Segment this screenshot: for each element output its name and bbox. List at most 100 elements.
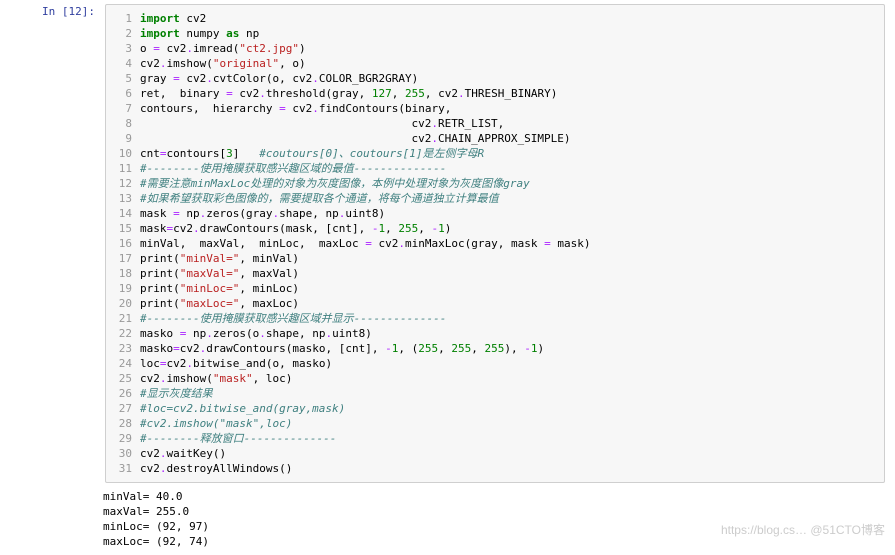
line-number: 18 <box>110 266 140 281</box>
code-line[interactable]: 11#--------使用掩膜获取感兴趣区域的最值-------------- <box>110 161 876 176</box>
code-line[interactable]: 14mask = np.zeros(gray.shape, np.uint8) <box>110 206 876 221</box>
code-content[interactable]: masko = np.zeros(o.shape, np.uint8) <box>140 326 876 341</box>
line-number: 24 <box>110 356 140 371</box>
code-content[interactable]: #显示灰度结果 <box>140 386 876 401</box>
code-line[interactable]: 24loc=cv2.bitwise_and(o, masko) <box>110 356 876 371</box>
code-line[interactable]: 3o = cv2.imread("ct2.jpg") <box>110 41 876 56</box>
line-number: 6 <box>110 86 140 101</box>
line-number: 31 <box>110 461 140 476</box>
code-line[interactable]: 12#需要注意minMaxLoc处理的对象为灰度图像，本例中处理对象为灰度图像g… <box>110 176 876 191</box>
code-input-area[interactable]: 1import cv22import numpy as np3o = cv2.i… <box>105 4 885 483</box>
code-line[interactable]: 20print("maxLoc=", maxLoc) <box>110 296 876 311</box>
line-number: 22 <box>110 326 140 341</box>
code-content[interactable]: cv2.destroyAllWindows() <box>140 461 876 476</box>
code-line[interactable]: 29#--------释放窗口-------------- <box>110 431 876 446</box>
line-number: 14 <box>110 206 140 221</box>
output-line: maxVal= 255.0 <box>103 504 887 519</box>
input-prompt: In [12]: <box>0 4 105 483</box>
code-content[interactable]: import cv2 <box>140 11 876 26</box>
code-line[interactable]: 28#cv2.imshow("mask",loc) <box>110 416 876 431</box>
code-line[interactable]: 17print("minVal=", minVal) <box>110 251 876 266</box>
code-content[interactable]: #loc=cv2.bitwise_and(gray,mask) <box>140 401 876 416</box>
line-number: 9 <box>110 131 140 146</box>
code-content[interactable]: #cv2.imshow("mask",loc) <box>140 416 876 431</box>
code-content[interactable]: #需要注意minMaxLoc处理的对象为灰度图像，本例中处理对象为灰度图像gra… <box>140 176 876 191</box>
output-line: minVal= 40.0 <box>103 489 887 504</box>
line-number: 20 <box>110 296 140 311</box>
code-line[interactable]: 31cv2.destroyAllWindows() <box>110 461 876 476</box>
code-content[interactable]: print("minLoc=", minLoc) <box>140 281 876 296</box>
code-content[interactable]: ret, binary = cv2.threshold(gray, 127, 2… <box>140 86 876 101</box>
code-line[interactable]: 2import numpy as np <box>110 26 876 41</box>
line-number: 26 <box>110 386 140 401</box>
code-line[interactable]: 21#--------使用掩膜获取感兴趣区域并显示-------------- <box>110 311 876 326</box>
line-number: 23 <box>110 341 140 356</box>
code-line[interactable]: 9 cv2.CHAIN_APPROX_SIMPLE) <box>110 131 876 146</box>
code-line[interactable]: 16minVal, maxVal, minLoc, maxLoc = cv2.m… <box>110 236 876 251</box>
code-line[interactable]: 8 cv2.RETR_LIST, <box>110 116 876 131</box>
code-line[interactable]: 13#如果希望获取彩色图像的，需要提取各个通道，将每个通道独立计算最值 <box>110 191 876 206</box>
code-line[interactable]: 4cv2.imshow("original", o) <box>110 56 876 71</box>
code-line[interactable]: 5gray = cv2.cvtColor(o, cv2.COLOR_BGR2GR… <box>110 71 876 86</box>
line-number: 15 <box>110 221 140 236</box>
code-cell: In [12]: 1import cv22import numpy as np3… <box>0 0 895 483</box>
line-number: 2 <box>110 26 140 41</box>
code-content[interactable]: mask=cv2.drawContours(mask, [cnt], -1, 2… <box>140 221 876 236</box>
code-content[interactable]: o = cv2.imread("ct2.jpg") <box>140 41 876 56</box>
code-content[interactable]: import numpy as np <box>140 26 876 41</box>
line-number: 11 <box>110 161 140 176</box>
output-area: minVal= 40.0maxVal= 255.0minLoc= (92, 97… <box>95 483 895 555</box>
line-number: 3 <box>110 41 140 56</box>
line-number: 10 <box>110 146 140 161</box>
line-number: 29 <box>110 431 140 446</box>
line-number: 21 <box>110 311 140 326</box>
line-number: 30 <box>110 446 140 461</box>
code-content[interactable]: print("minVal=", minVal) <box>140 251 876 266</box>
code-line[interactable]: 22masko = np.zeros(o.shape, np.uint8) <box>110 326 876 341</box>
code-line[interactable]: 15mask=cv2.drawContours(mask, [cnt], -1,… <box>110 221 876 236</box>
code-content[interactable]: cv2.CHAIN_APPROX_SIMPLE) <box>140 131 876 146</box>
watermark: https://blog.cs… @51CTO博客 <box>721 521 885 538</box>
code-content[interactable]: #--------使用掩膜获取感兴趣区域并显示-------------- <box>140 311 876 326</box>
code-content[interactable]: masko=cv2.drawContours(masko, [cnt], -1,… <box>140 341 876 356</box>
code-line[interactable]: 23masko=cv2.drawContours(masko, [cnt], -… <box>110 341 876 356</box>
code-content[interactable]: #--------使用掩膜获取感兴趣区域的最值-------------- <box>140 161 876 176</box>
code-line[interactable]: 10cnt=contours[3] #coutours[0]、coutours[… <box>110 146 876 161</box>
code-content[interactable]: gray = cv2.cvtColor(o, cv2.COLOR_BGR2GRA… <box>140 71 876 86</box>
code-line[interactable]: 19print("minLoc=", minLoc) <box>110 281 876 296</box>
code-content[interactable]: print("maxVal=", maxVal) <box>140 266 876 281</box>
code-line[interactable]: 27#loc=cv2.bitwise_and(gray,mask) <box>110 401 876 416</box>
line-number: 27 <box>110 401 140 416</box>
code-content[interactable]: mask = np.zeros(gray.shape, np.uint8) <box>140 206 876 221</box>
code-content[interactable]: cnt=contours[3] #coutours[0]、coutours[1]… <box>140 146 876 161</box>
code-line[interactable]: 7contours, hierarchy = cv2.findContours(… <box>110 101 876 116</box>
code-line[interactable]: 30cv2.waitKey() <box>110 446 876 461</box>
code-line[interactable]: 6ret, binary = cv2.threshold(gray, 127, … <box>110 86 876 101</box>
line-number: 17 <box>110 251 140 266</box>
line-number: 7 <box>110 101 140 116</box>
code-content[interactable]: cv2.imshow("mask", loc) <box>140 371 876 386</box>
code-line[interactable]: 25cv2.imshow("mask", loc) <box>110 371 876 386</box>
code-content[interactable]: loc=cv2.bitwise_and(o, masko) <box>140 356 876 371</box>
line-number: 28 <box>110 416 140 431</box>
line-number: 13 <box>110 191 140 206</box>
code-content[interactable]: cv2.waitKey() <box>140 446 876 461</box>
code-content[interactable]: cv2.imshow("original", o) <box>140 56 876 71</box>
code-content[interactable]: cv2.RETR_LIST, <box>140 116 876 131</box>
line-number: 19 <box>110 281 140 296</box>
line-number: 8 <box>110 116 140 131</box>
line-number: 12 <box>110 176 140 191</box>
code-content[interactable]: print("maxLoc=", maxLoc) <box>140 296 876 311</box>
code-content[interactable]: #如果希望获取彩色图像的，需要提取各个通道，将每个通道独立计算最值 <box>140 191 876 206</box>
code-line[interactable]: 26#显示灰度结果 <box>110 386 876 401</box>
line-number: 1 <box>110 11 140 26</box>
code-line[interactable]: 1import cv2 <box>110 11 876 26</box>
code-content[interactable]: #--------释放窗口-------------- <box>140 431 876 446</box>
line-number: 16 <box>110 236 140 251</box>
line-number: 4 <box>110 56 140 71</box>
code-content[interactable]: minVal, maxVal, minLoc, maxLoc = cv2.min… <box>140 236 876 251</box>
code-line[interactable]: 18print("maxVal=", maxVal) <box>110 266 876 281</box>
line-number: 25 <box>110 371 140 386</box>
code-content[interactable]: contours, hierarchy = cv2.findContours(b… <box>140 101 876 116</box>
line-number: 5 <box>110 71 140 86</box>
